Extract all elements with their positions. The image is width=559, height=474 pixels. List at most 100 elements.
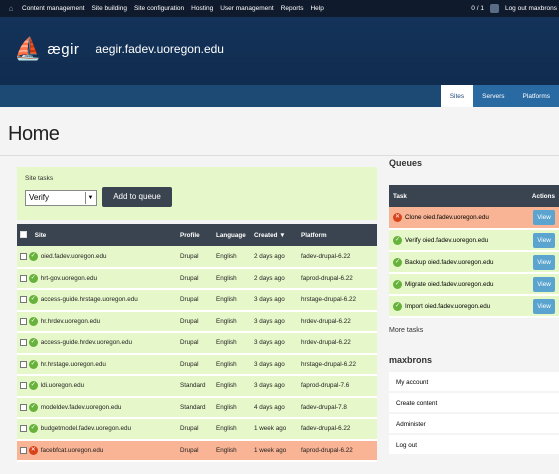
profile-cell: Drupal — [177, 439, 213, 462]
platform-link[interactable]: hrdev-drupal-6.22 — [298, 310, 377, 333]
aegir-logo-icon[interactable]: ⛵ — [14, 38, 41, 60]
task-label[interactable]: Migrate oied.fadev.uoregon.edu — [405, 281, 493, 288]
site-link[interactable]: facebfcat.uoregon.edu — [41, 447, 104, 454]
view-button[interactable]: View — [533, 298, 555, 314]
task-label[interactable]: Backup oied.fadev.uoregon.edu — [405, 259, 493, 266]
logout-menu-link[interactable]: Log out — [389, 435, 559, 456]
view-button[interactable]: View — [533, 276, 555, 292]
row-checkbox[interactable] — [20, 339, 27, 347]
view-button[interactable]: View — [533, 254, 555, 270]
task-label[interactable]: Import oied.fadev.uoregon.edu — [405, 303, 490, 310]
check-icon: ✓ — [28, 316, 38, 326]
row-checkbox[interactable] — [20, 425, 27, 433]
platform-link[interactable]: hrstage-drupal-6.22 — [298, 289, 377, 312]
task-label[interactable]: Clone oied.fadev.uoregon.edu — [405, 214, 489, 221]
home-icon[interactable]: ⌂ — [0, 4, 22, 13]
site-link[interactable]: oied.fadev.uoregon.edu — [41, 253, 107, 260]
more-tasks-link[interactable]: More tasks — [389, 327, 423, 334]
view-button[interactable]: View — [533, 232, 555, 248]
profile-cell: Drupal — [177, 353, 213, 376]
menu-reports[interactable]: Reports — [281, 5, 304, 12]
administer-link[interactable]: Administer — [389, 414, 559, 435]
site-link[interactable]: hrt-gov.uoregon.edu — [41, 275, 97, 282]
check-icon: ✓ — [28, 359, 38, 369]
site-link[interactable]: budgetmodel.fadev.uoregon.edu — [41, 425, 131, 432]
chevron-down-icon[interactable]: ▼ — [85, 192, 95, 204]
header-site-label: Site — [34, 231, 47, 239]
site-link[interactable]: access-guide.hrdev.uoregon.edu — [41, 339, 132, 346]
platform-link[interactable]: fadev-drupal-6.22 — [298, 418, 377, 441]
header-platform[interactable]: Platform — [298, 224, 377, 246]
language-cell: English — [213, 289, 251, 312]
site-cell: ✓ hr.hrstage.uoregon.edu — [17, 353, 177, 376]
row-checkbox[interactable] — [20, 252, 27, 260]
check-icon: ✓ — [393, 235, 402, 245]
create-content-link[interactable]: Create content — [389, 393, 559, 414]
menu-help[interactable]: Help — [310, 5, 323, 12]
site-hostname: aegir.fadev.uoregon.edu — [95, 42, 224, 56]
menu-site-configuration[interactable]: Site configuration — [134, 5, 184, 12]
created-cell: 1 week ago — [251, 418, 298, 441]
menu-content-management[interactable]: Content management — [22, 5, 85, 12]
sites-table: Site Profile Language Created ▼ Platform… — [17, 224, 377, 462]
view-button[interactable]: View — [533, 210, 555, 225]
site-tasks-form: Site tasks Verify ▼ Add to queue — [17, 167, 377, 220]
row-checkbox[interactable] — [20, 382, 27, 390]
menu-hosting[interactable]: Hosting — [191, 5, 213, 12]
divider — [0, 155, 559, 156]
site-link[interactable]: modeldev.fadev.uoregon.edu — [41, 404, 122, 411]
actions-cell: View — [519, 207, 559, 230]
platform-link[interactable]: fadev-drupal-6.22 — [298, 246, 377, 269]
site-link[interactable]: hr.hrdev.uoregon.edu — [41, 318, 100, 325]
tab-platforms[interactable]: Platforms — [513, 85, 559, 107]
site-link[interactable]: access-guide.hrstage.uoregon.edu — [41, 296, 138, 303]
menu-user-management[interactable]: User management — [220, 5, 273, 12]
task-select-value: Verify — [29, 193, 50, 202]
site-link[interactable]: hr.hrstage.uoregon.edu — [41, 361, 106, 368]
created-cell: 3 days ago — [251, 310, 298, 333]
logout-link[interactable]: Log out maxbrons — [505, 5, 557, 12]
platform-link[interactable]: hrdev-drupal-6.22 — [298, 332, 377, 355]
row-checkbox[interactable] — [20, 360, 27, 368]
profile-cell: Drupal — [177, 289, 213, 312]
select-all-checkbox[interactable] — [20, 231, 27, 239]
row-checkbox[interactable] — [20, 317, 27, 325]
row-checkbox[interactable] — [20, 274, 27, 282]
platform-link[interactable]: fadev-drupal-7.8 — [298, 396, 377, 419]
platform-link[interactable]: faprod-drupal-7.6 — [298, 375, 377, 398]
logo-text[interactable]: ægir — [47, 41, 79, 58]
task-select[interactable]: Verify ▼ — [25, 190, 97, 206]
tab-servers[interactable]: Servers — [473, 85, 514, 107]
admin-menu: Content management Site building Site co… — [22, 5, 324, 12]
platform-link[interactable]: faprod-drupal-6.22 — [298, 267, 377, 290]
language-cell: English — [213, 439, 251, 462]
queue-row: ✕ Clone oied.fadev.uoregon.edu View — [389, 207, 559, 230]
queue-row: ✓ Backup oied.fadev.uoregon.edu View — [389, 251, 559, 274]
row-checkbox[interactable] — [20, 296, 27, 304]
row-checkbox[interactable] — [20, 446, 27, 454]
table-row: ✓ access-guide.hrstage.uoregon.edu Drupal E… — [17, 289, 377, 312]
header-created[interactable]: Created ▼ — [251, 224, 298, 246]
language-cell: English — [213, 396, 251, 419]
profile-cell: Drupal — [177, 267, 213, 290]
platform-link[interactable]: hrstage-drupal-6.22 — [298, 353, 377, 376]
add-to-queue-button[interactable]: Add to queue — [102, 187, 172, 207]
task-label[interactable]: Verify oied.fadev.uoregon.edu — [405, 237, 488, 244]
site-link[interactable]: ldi.uoregon.edu — [41, 382, 84, 389]
header-actions: Actions — [519, 185, 559, 207]
tab-sites[interactable]: Sites — [440, 85, 474, 107]
language-cell: English — [213, 267, 251, 290]
my-account-link[interactable]: My account — [389, 372, 559, 393]
site-cell: ✓ access-guide.hrdev.uoregon.edu — [17, 332, 177, 355]
task-cell: ✕ Clone oied.fadev.uoregon.edu — [389, 207, 519, 230]
header-language[interactable]: Language — [213, 224, 251, 246]
platform-link[interactable]: faprod-drupal-6.22 — [298, 439, 377, 462]
menu-site-building[interactable]: Site building — [92, 5, 127, 12]
header-site[interactable]: Site — [17, 224, 177, 246]
header-profile[interactable]: Profile — [177, 224, 213, 246]
row-checkbox[interactable] — [20, 403, 27, 411]
check-icon: ✓ — [28, 273, 38, 283]
user-menu: My account Create content Administer Log… — [389, 372, 559, 456]
user-menu-title: maxbrons — [389, 355, 433, 365]
task-cell: ✓ Import oied.fadev.uoregon.edu — [389, 295, 519, 318]
